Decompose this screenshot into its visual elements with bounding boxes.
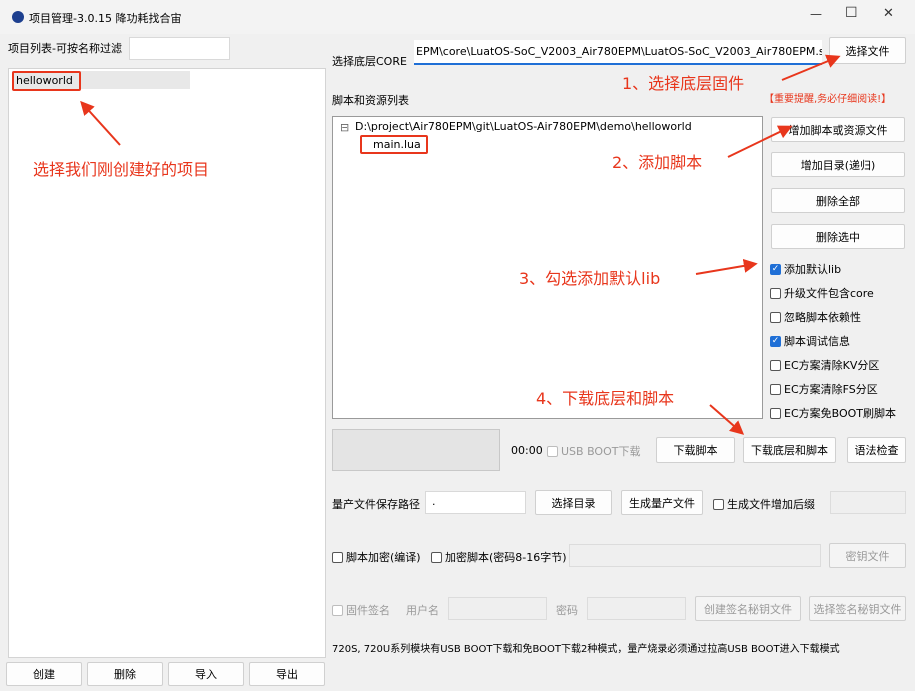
checkbox-icon xyxy=(770,407,781,419)
option-label: 升级文件包含core xyxy=(784,287,874,300)
checkbox-icon xyxy=(770,359,781,371)
option-clear-kv[interactable]: EC方案清除KV分区 xyxy=(770,357,879,373)
key-file-button[interactable]: 密钥文件 xyxy=(829,543,906,568)
option-label: 生成文件增加后缀 xyxy=(727,498,815,511)
checkbox-icon xyxy=(547,445,558,457)
syntax-check-button[interactable]: 语法检查 xyxy=(847,437,906,463)
checkbox-checked-icon: ✓ xyxy=(770,263,781,275)
checkbox-checked-icon: ✓ xyxy=(770,335,781,347)
create-sign-key-button[interactable]: 创建签名秘钥文件 xyxy=(695,596,801,621)
production-path-value: . xyxy=(432,495,436,508)
important-warning-link[interactable]: 【重要提醒,务必仔细阅读!】 xyxy=(764,90,891,105)
download-core-and-script-button[interactable]: 下载底层和脚本 xyxy=(743,437,836,463)
firmware-sign-checkbox[interactable]: 固件签名 xyxy=(332,602,390,618)
select-core-file-button[interactable]: 选择文件 xyxy=(829,37,906,64)
add-directory-button[interactable]: 增加目录(递归) xyxy=(771,152,905,177)
core-label: 选择底层CORE xyxy=(332,55,407,68)
tree-collapse-icon[interactable]: ⊟ xyxy=(340,121,349,134)
password-encrypt-checkbox[interactable]: 加密脚本(密码8-16字节) xyxy=(431,549,567,565)
sign-username-label: 用户名 xyxy=(406,604,439,617)
minimize-button[interactable]: — xyxy=(810,7,822,21)
scripts-label: 脚本和资源列表 xyxy=(332,94,409,107)
option-label: EC方案清除KV分区 xyxy=(784,359,880,372)
option-no-boot-flash[interactable]: EC方案免BOOT刷脚本 xyxy=(770,405,896,421)
option-label: 脚本加密(编译) xyxy=(346,551,421,564)
delete-all-button[interactable]: 删除全部 xyxy=(771,188,905,213)
annotation-step1: 1、选择底层固件 xyxy=(622,74,745,93)
window-title: 项目管理-3.0.15 降功耗找合宙 xyxy=(29,12,182,25)
core-path-value: EPM\core\LuatOS-SoC_V2003_Air780EPM\Luat… xyxy=(416,45,822,58)
usb-boot-checkbox[interactable]: USB BOOT下载 xyxy=(547,443,640,459)
suffix-input[interactable] xyxy=(830,491,906,514)
checkbox-icon xyxy=(431,551,442,563)
title-bar: 项目管理-3.0.15 降功耗找合宙 — ☐ ✕ xyxy=(0,0,915,34)
checkbox-icon xyxy=(332,604,343,616)
project-filter-input[interactable] xyxy=(129,37,230,60)
production-path-input[interactable]: . xyxy=(425,491,526,514)
sign-username-input[interactable] xyxy=(448,597,547,620)
luatos-logo-icon xyxy=(12,11,24,23)
option-include-core[interactable]: 升级文件包含core xyxy=(770,285,874,301)
download-timer: 00:00 xyxy=(511,444,543,457)
annotation-select-project: 选择我们刚创建好的项目 xyxy=(33,160,210,179)
select-directory-button[interactable]: 选择目录 xyxy=(535,490,612,515)
checkbox-icon xyxy=(770,287,781,299)
option-clear-fs[interactable]: EC方案清除FS分区 xyxy=(770,381,878,397)
import-project-button[interactable]: 导入 xyxy=(168,662,244,686)
option-ignore-dependency[interactable]: 忽略脚本依赖性 xyxy=(770,309,861,325)
production-path-label: 量产文件保存路径 xyxy=(332,498,420,511)
script-file-main-lua[interactable]: main.lua xyxy=(373,138,421,151)
progress-area xyxy=(332,429,500,471)
delete-project-button[interactable]: 删除 xyxy=(87,662,163,686)
compile-encrypt-checkbox[interactable]: 脚本加密(编译) xyxy=(332,549,421,565)
sign-password-input[interactable] xyxy=(587,597,686,620)
project-item-label: helloworld xyxy=(16,74,73,87)
footer-note: 720S, 720U系列模块有USB BOOT下载和免BOOT下载2种模式，量产… xyxy=(332,644,840,655)
option-label: 加密脚本(密码8-16字节) xyxy=(445,551,567,564)
core-path-input[interactable]: EPM\core\LuatOS-SoC_V2003_Air780EPM\Luat… xyxy=(414,40,822,65)
add-suffix-checkbox[interactable]: 生成文件增加后缀 xyxy=(713,496,815,512)
option-label: USB BOOT下载 xyxy=(561,445,641,458)
checkbox-icon xyxy=(770,311,781,323)
option-label: EC方案清除FS分区 xyxy=(784,383,878,396)
checkbox-icon xyxy=(770,383,781,395)
select-sign-key-button[interactable]: 选择签名秘钥文件 xyxy=(809,596,906,621)
checkbox-icon xyxy=(332,551,343,563)
option-add-default-lib[interactable]: ✓ 添加默认lib xyxy=(770,261,841,277)
option-debug-info[interactable]: ✓ 脚本调试信息 xyxy=(770,333,850,349)
tree-root-folder[interactable]: D:\project\Air780EPM\git\LuatOS-Air780EP… xyxy=(355,120,692,133)
download-script-button[interactable]: 下载脚本 xyxy=(656,437,735,463)
option-label: 忽略脚本依赖性 xyxy=(784,311,861,324)
annotation-step3: 3、勾选添加默认lib xyxy=(519,269,661,288)
checkbox-icon xyxy=(713,498,724,510)
add-script-file-button[interactable]: 增加脚本或资源文件 xyxy=(771,117,905,142)
generate-production-file-button[interactable]: 生成量产文件 xyxy=(621,490,703,515)
maximize-button[interactable]: ☐ xyxy=(845,5,858,21)
create-project-button[interactable]: 创建 xyxy=(6,662,82,686)
project-filter-label: 项目列表-可按名称过滤 xyxy=(8,42,122,55)
option-label: 脚本调试信息 xyxy=(784,335,850,348)
close-button[interactable]: ✕ xyxy=(883,6,894,21)
encrypt-password-input[interactable] xyxy=(569,544,821,567)
annotation-step2: 2、添加脚本 xyxy=(612,153,703,172)
option-label: EC方案免BOOT刷脚本 xyxy=(784,407,897,420)
option-label: 添加默认lib xyxy=(784,263,842,276)
annotation-step4: 4、下载底层和脚本 xyxy=(536,389,675,408)
option-label: 固件签名 xyxy=(346,604,390,617)
delete-selected-button[interactable]: 删除选中 xyxy=(771,224,905,249)
export-project-button[interactable]: 导出 xyxy=(249,662,325,686)
sign-password-label: 密码 xyxy=(556,604,578,617)
